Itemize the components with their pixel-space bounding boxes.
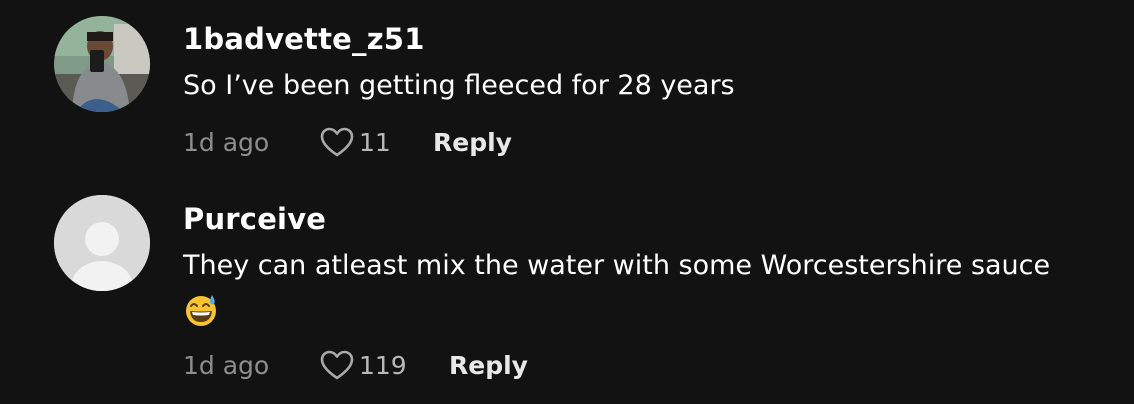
comment-timestamp: 1d ago [183,127,270,157]
comment-body: Purceive They can atleast mix the water … [183,200,1103,332]
comment-username[interactable]: Purceive [183,200,1103,238]
comment-actions: 1d ago 11 Reply [183,122,512,162]
comment-item: 1badvette_z51 So I’ve been getting fleec… [0,0,1134,180]
grinning-face-with-sweat-icon [186,295,216,326]
comment-text: So I’ve been getting fleeced for 28 year… [183,70,735,101]
comment-body: 1badvette_z51 So I’ve been getting fleec… [183,20,1103,108]
avatar[interactable] [54,16,150,112]
default-avatar-icon [54,195,150,291]
grinning-face-with-sweat-emoji [183,292,219,328]
heart-icon [320,350,354,380]
like-count: 11 [359,127,391,157]
avatar[interactable] [54,195,150,291]
like-button[interactable]: 119 [319,349,449,381]
comment-text: They can atleast mix the water with some… [183,250,1051,281]
user-photo-icon [54,16,150,112]
comment-actions: 1d ago 119 Reply [183,345,528,385]
comment-item: Purceive They can atleast mix the water … [0,180,1134,404]
comment-username[interactable]: 1badvette_z51 [183,20,1103,58]
like-count: 119 [359,350,407,380]
reply-button[interactable]: Reply [433,128,512,157]
like-button[interactable]: 11 [319,126,433,158]
reply-button[interactable]: Reply [449,351,528,380]
comment-timestamp: 1d ago [183,350,270,380]
heart-icon [320,127,354,157]
